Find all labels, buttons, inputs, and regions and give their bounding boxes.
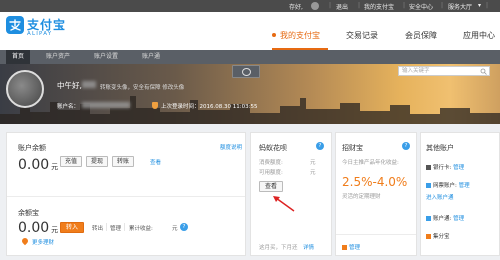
logout-link[interactable]: 退出 <box>336 2 348 11</box>
nav-app-center[interactable]: 应用中心 <box>463 30 495 41</box>
shield-icon <box>152 102 158 109</box>
bank-card-row: 银行卡: 管理 <box>426 163 464 171</box>
net-ticket-icon <box>426 182 431 188</box>
balance-title: 账户余额 <box>18 144 46 152</box>
alipay-logo-icon[interactable] <box>6 16 24 34</box>
user-avatar[interactable] <box>6 70 44 108</box>
nav-member-protection[interactable]: 会员保障 <box>405 30 437 41</box>
my-alipay-link[interactable]: 我的支付宝 <box>364 2 394 11</box>
red-arrow-annotation <box>273 196 295 212</box>
zhaocaibao-help-icon[interactable]: ? <box>402 142 410 150</box>
tab-home[interactable]: 首页 <box>6 50 31 64</box>
transfer-out-link[interactable]: 转出 <box>92 224 103 232</box>
avatar-tip[interactable]: 转账变头像，安全有保障 修改头像 <box>100 83 184 91</box>
tab-account-assets[interactable]: 账户资产 <box>40 50 76 64</box>
account-pass-row: 账户通: 管理 <box>426 214 464 222</box>
enter-account-pass-link[interactable]: 进入账户通 <box>426 193 454 201</box>
consume-quota-unit: 元 <box>310 160 316 166</box>
logo-subtitle: ALIPAY <box>27 31 53 37</box>
net-ticket-row: 网票账户: 管理 <box>426 181 470 189</box>
zhaocaibao-entry[interactable]: 管理 <box>342 243 360 251</box>
yuebao-title: 余额宝 <box>18 209 39 217</box>
tab-account-pass[interactable]: 账户通 <box>136 50 166 64</box>
clock-icon <box>242 68 251 76</box>
help-icon[interactable]: ? <box>180 223 188 231</box>
cumulative-unit: 元 <box>172 226 178 232</box>
zhaocaibao-title: 招财宝 <box>342 144 363 152</box>
huabei-detail-link[interactable]: 详情 <box>303 243 314 251</box>
account-pass-icon <box>426 215 431 221</box>
chevron-down-icon: ▾ <box>478 2 482 9</box>
sub-nav: 首页 账户资产 账户设置 账户通 <box>0 50 500 64</box>
consume-quota-label: 消费额度: <box>259 160 283 166</box>
security-center-link[interactable]: 安全中心 <box>409 2 433 11</box>
blurred-account-name <box>82 102 130 108</box>
more-finance-link[interactable]: 更多理财 <box>32 238 54 246</box>
blurred-username <box>82 81 96 88</box>
usable-quota-unit: 元 <box>310 170 316 176</box>
yuebao-manage-link[interactable]: 管理 <box>110 224 121 232</box>
huabei-view-button[interactable]: 查看 <box>259 181 283 192</box>
other-accounts-title: 其他账户 <box>426 144 454 152</box>
main-header: 支付宝 ALIPAY 我的支付宝 交易记录 会员保障 应用中心 <box>0 12 500 50</box>
zhaocaibao-desc: 今日主推产品年化收益: <box>342 160 399 166</box>
huabei-footer: 这月买，下月还 <box>259 245 298 251</box>
active-indicator-dot <box>272 33 276 37</box>
zhaocaibao-sub: 灵活的定期理财 <box>342 194 381 200</box>
rate-value: 2.5%-4.0% <box>342 175 408 189</box>
quota-info-link[interactable]: 额度说明 <box>220 143 242 151</box>
user-greeting: 存好, <box>289 4 303 11</box>
huabei-help-icon[interactable]: ? <box>316 142 324 150</box>
greeting-text: 中午好, <box>57 81 82 90</box>
transfer-button[interactable]: 转账 <box>112 156 134 167</box>
nav-transactions[interactable]: 交易记录 <box>346 30 378 41</box>
search-icon[interactable] <box>480 68 487 75</box>
nav-my-alipay[interactable]: 我的支付宝 <box>280 30 320 41</box>
search-input[interactable]: 输入关键字 <box>398 66 490 76</box>
recharge-button[interactable]: 充值 <box>60 156 82 167</box>
account-name-label: 账户名： <box>57 104 80 110</box>
huabei-title: 蚂蚁花呗 <box>259 144 287 152</box>
alarm-clock-button[interactable] <box>232 65 260 78</box>
last-login-info: 上次登录时间：2016.08.30 11:03:55 <box>152 102 257 110</box>
top-bar: 存好, | 退出 | 我的支付宝 | 安全中心 | 服务大厅 ▾ | <box>0 0 500 12</box>
jifenbao-row[interactable]: 集分宝 <box>426 232 450 240</box>
user-avatar-mini[interactable] <box>311 2 319 10</box>
tab-account-settings[interactable]: 账户设置 <box>88 50 124 64</box>
balance-amount: 0.00 元 <box>18 157 59 173</box>
balance-view-link[interactable]: 查看 <box>150 158 161 166</box>
jifenbao-icon <box>426 233 431 239</box>
yuebao-amount: 0.00 元 <box>18 220 59 236</box>
service-center-link[interactable]: 服务大厅 <box>448 2 472 11</box>
transfer-in-button[interactable]: 转入 <box>60 222 84 233</box>
bank-card-icon <box>426 164 431 170</box>
withdraw-button[interactable]: 提现 <box>86 156 108 167</box>
usable-quota-label: 可用额度: <box>259 170 283 176</box>
cumulative-label: 累计收益: <box>129 226 153 232</box>
